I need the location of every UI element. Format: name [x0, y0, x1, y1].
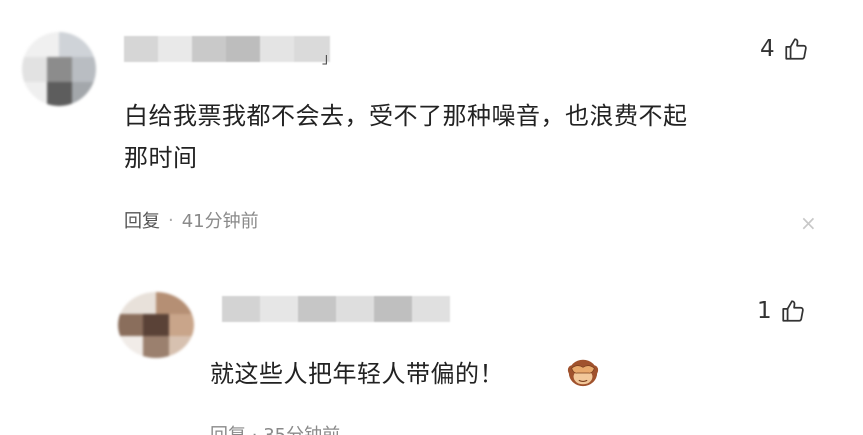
like-button[interactable]: 4 [760, 36, 809, 62]
username-suffix: 」 [322, 51, 336, 67]
separator-dot: · [252, 425, 258, 435]
see-no-evil-monkey-icon [567, 359, 599, 387]
username[interactable] [124, 36, 330, 62]
reply-button[interactable]: 回复 [210, 425, 246, 435]
thumbs-up-icon [785, 38, 807, 60]
close-icon[interactable]: × [800, 213, 817, 233]
timestamp: 35分钟前 [263, 425, 340, 435]
comment-meta: 回复 · 35分钟前 [210, 423, 340, 435]
avatar[interactable] [22, 32, 96, 106]
comment-text: 白给我票我都不会去，受不了那种噪音，也浪费不起 那时间 [124, 95, 824, 179]
separator-dot: · [168, 209, 174, 231]
like-count: 1 [757, 297, 772, 324]
like-count: 4 [760, 35, 775, 62]
thumbs-up-icon [782, 300, 804, 322]
comment-text: 就这些人把年轻人带偏的！ [210, 360, 504, 388]
comment-thread: 」 4 白给我票我都不会去，受不了那种噪音，也浪费不起 那时间 回复 · 41分… [0, 0, 863, 435]
like-button[interactable]: 1 [757, 298, 806, 324]
avatar[interactable] [118, 292, 194, 358]
timestamp: 41分钟前 [181, 211, 259, 232]
username[interactable] [222, 296, 450, 322]
comment-text-line: 那时间 [124, 144, 198, 172]
comment-text-line: 白给我票我都不会去，受不了那种噪音，也浪费不起 [124, 102, 688, 130]
comment-meta: 回复 · 41分钟前 [124, 207, 259, 233]
reply-button[interactable]: 回复 [124, 207, 160, 233]
